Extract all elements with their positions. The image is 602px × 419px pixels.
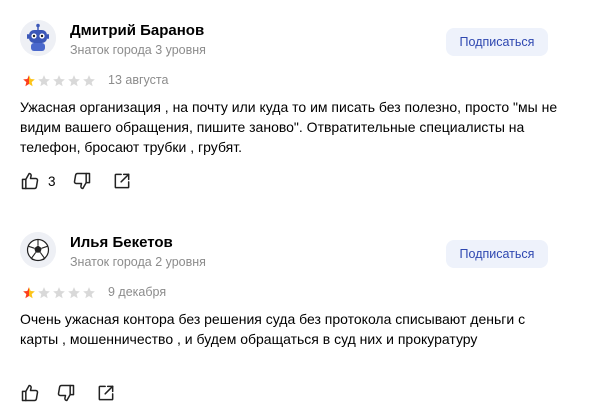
star-filled-icon (23, 75, 35, 87)
avatar[interactable] (20, 20, 56, 56)
share-icon (98, 385, 114, 401)
review-date: 13 августа (108, 73, 169, 87)
star-empty-icon (83, 75, 95, 87)
review-text: Очень ужасная контора без решения суда б… (20, 311, 526, 347)
thumbs-up-icon (21, 384, 39, 402)
star-empty-icon (83, 287, 95, 299)
share-icon (114, 173, 129, 189)
author-level: Знаток города 2 уровня (70, 255, 206, 269)
author-name[interactable]: Дмитрий Баранов (70, 22, 204, 39)
dislike-button[interactable] (56, 383, 76, 403)
thumbs-down-icon (73, 172, 90, 190)
star-filled-icon (23, 287, 35, 299)
star-empty-icon (53, 287, 65, 299)
star-empty-icon (38, 287, 50, 299)
share-button[interactable] (112, 171, 132, 191)
review-text: Ужасная организация , на почту или куда … (20, 99, 558, 155)
share-button[interactable] (96, 383, 116, 403)
thumbs-up-icon (21, 172, 39, 190)
dislike-button[interactable] (72, 171, 92, 191)
soccer-ball-icon (20, 232, 56, 268)
star-empty-icon (38, 75, 50, 87)
author-name[interactable]: Илья Бекетов (70, 234, 173, 251)
review-actions: 3 (20, 170, 132, 192)
star-empty-icon (68, 287, 80, 299)
review-actions (20, 382, 116, 404)
star-empty-icon (53, 75, 65, 87)
author-level: Знаток города 3 уровня (70, 43, 206, 57)
subscribe-button[interactable]: Подписаться (446, 28, 548, 56)
robot-icon (20, 20, 56, 56)
star-empty-icon (68, 75, 80, 87)
thumbs-down-icon (57, 384, 75, 402)
like-button[interactable] (20, 383, 40, 403)
rating-stars (22, 74, 96, 88)
like-count: 3 (48, 173, 56, 189)
rating-stars (22, 286, 96, 300)
review-date: 9 декабря (108, 285, 167, 299)
like-button[interactable]: 3 (20, 171, 56, 191)
avatar[interactable] (20, 232, 56, 268)
subscribe-button[interactable]: Подписаться (446, 240, 548, 268)
